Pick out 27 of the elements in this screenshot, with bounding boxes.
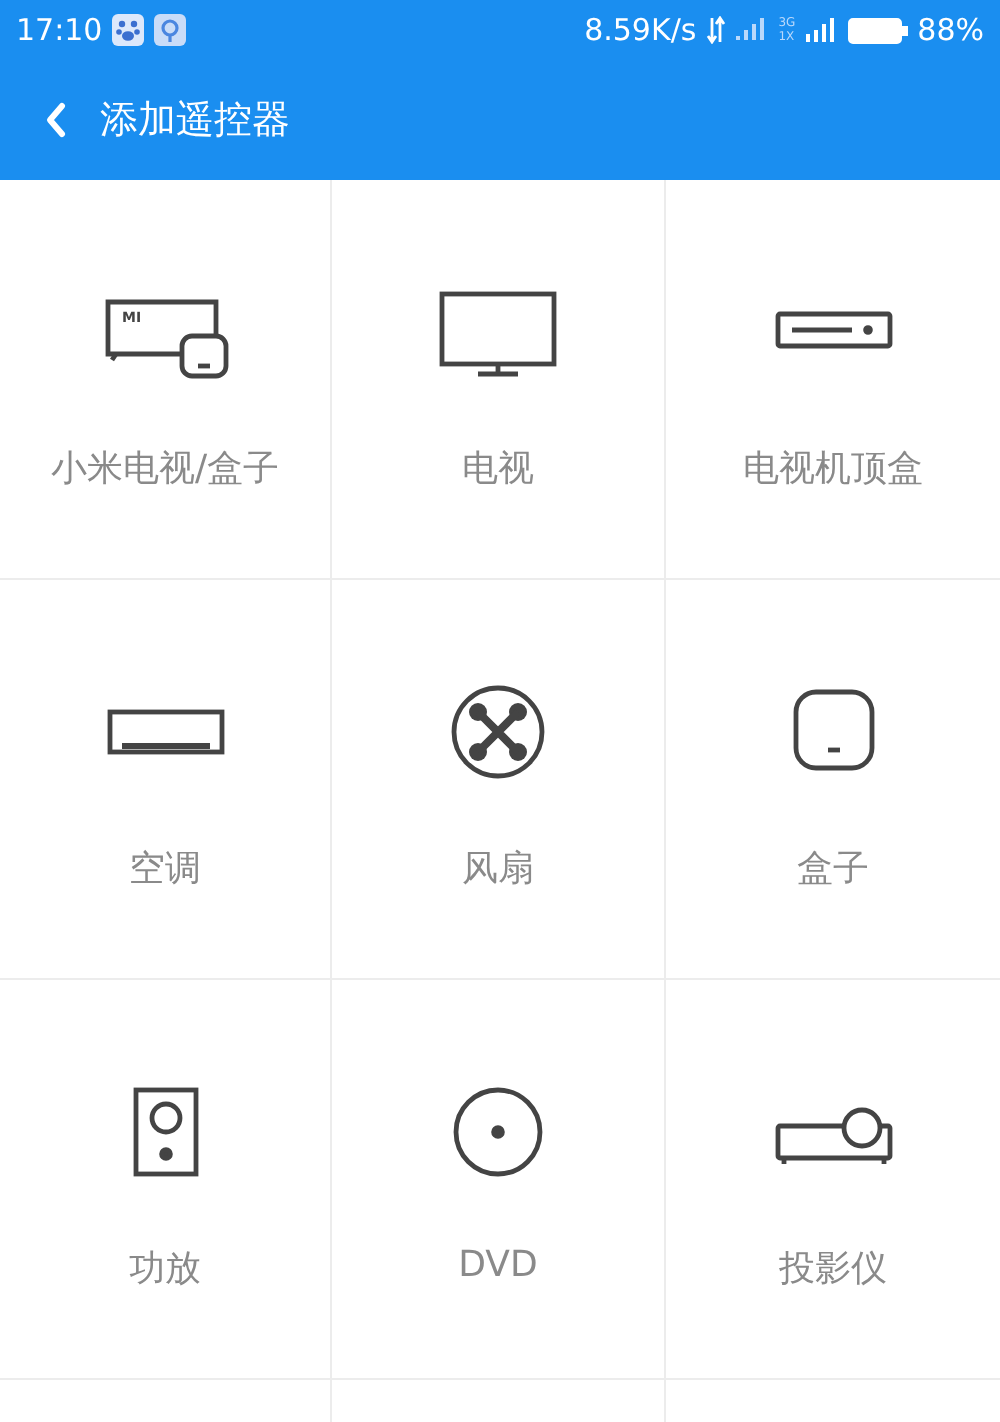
- data-arrows-icon: [706, 16, 727, 44]
- paw-icon: [112, 14, 145, 46]
- device-label: 盒子: [797, 846, 869, 892]
- signal-icon: [736, 18, 769, 42]
- signal-icon: [805, 18, 838, 42]
- device-tile[interactable]: DVD: [332, 980, 666, 1380]
- device-label: 小米电视/盒子: [50, 446, 280, 492]
- device-label: 功放: [129, 1246, 201, 1292]
- network-speed-text: 8.59K/s: [584, 12, 697, 48]
- device-tile[interactable]: 投影仪: [666, 980, 1000, 1380]
- device-tile[interactable]: 电视机顶盒: [666, 180, 1000, 580]
- battery-icon: [847, 17, 908, 43]
- device-tile[interactable]: 电视: [332, 180, 666, 580]
- device-tile[interactable]: 空调: [0, 580, 332, 980]
- device-label: 电视机顶盒: [743, 446, 923, 492]
- device-tile[interactable]: 盒子: [666, 580, 1000, 980]
- device-label: 投影仪: [779, 1246, 887, 1292]
- device-tile[interactable]: 风扇: [332, 580, 666, 980]
- device-label: 风扇: [462, 846, 534, 892]
- device-tile[interactable]: 功放: [0, 980, 332, 1380]
- location-icon: [154, 14, 187, 46]
- clock-text: 17:10: [16, 12, 103, 48]
- battery-percent-text: 88%: [917, 12, 984, 48]
- page-title: 添加遥控器: [100, 96, 290, 146]
- device-label: 空调: [129, 846, 201, 892]
- device-label: 电视: [462, 446, 534, 492]
- device-label: DVD: [458, 1244, 538, 1286]
